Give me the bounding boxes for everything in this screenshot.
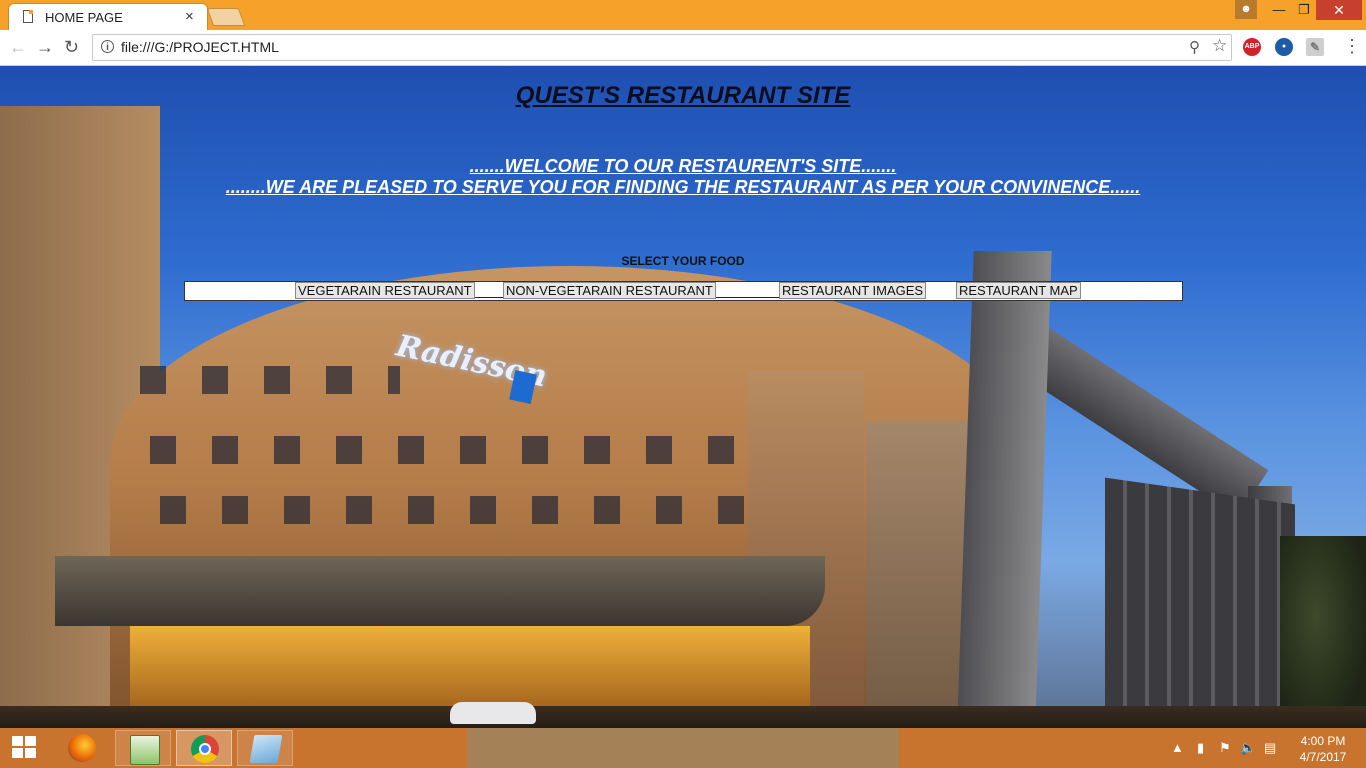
menu-icon[interactable]: ⋮ [1343, 36, 1361, 57]
close-window-button[interactable]: ✕ [1316, 0, 1362, 20]
ground [0, 706, 1366, 728]
window-row [150, 436, 750, 464]
chrome-icon [191, 735, 219, 763]
tray-chevron-icon[interactable]: ▲ [1171, 740, 1184, 755]
tab-title: HOME PAGE [45, 10, 123, 25]
info-icon[interactable]: i [101, 40, 114, 53]
reload-icon[interactable]: ↻ [64, 36, 79, 58]
restaurant-map-button[interactable]: RESTAURANT MAP [956, 282, 1081, 299]
chrome-taskbar-button[interactable] [176, 730, 232, 766]
forward-arrow-icon[interactable]: → [36, 36, 54, 58]
welcome-message: .......WELCOME TO OUR RESTAURENT'S SITE.… [0, 156, 1366, 198]
notepad-plus-icon [130, 735, 160, 765]
taskbar-empty-area [467, 728, 899, 768]
window-row [140, 366, 400, 394]
gate-post [956, 251, 1052, 728]
tab-close-icon[interactable]: × [185, 8, 194, 25]
window-row [160, 496, 780, 524]
tab-home-page[interactable]: HOME PAGE × [8, 3, 208, 30]
pdf-extension-icon[interactable]: ✎ [1306, 38, 1324, 56]
restaurant-images-button[interactable]: RESTAURANT IMAGES [779, 282, 927, 299]
non-vegetarian-restaurant-button[interactable]: NON-VEGETARAIN RESTAURANT [503, 282, 716, 299]
firefox-icon [68, 734, 96, 762]
flag-icon[interactable]: ⚑ [1219, 740, 1231, 756]
url-text[interactable]: file:///G:/PROJECT.HTML [121, 39, 279, 55]
firefox-taskbar-button[interactable] [54, 730, 110, 766]
windows-taskbar: ▲ ▮ ⚑ 🔈 ▤ 4:00 PM 4/7/2017 [0, 728, 1366, 768]
back-arrow-icon[interactable]: ← [9, 36, 27, 58]
user-profile-icon[interactable]: ☻ [1235, 0, 1257, 19]
battery-icon[interactable]: ▮ [1197, 740, 1204, 756]
entrance-canopy [55, 556, 825, 626]
clock-date: 4/7/2017 [1299, 750, 1347, 764]
new-tab-button[interactable] [206, 8, 246, 26]
clock[interactable]: 4:00 PM 4/7/2017 [1290, 733, 1356, 765]
paint-icon [249, 735, 283, 763]
clock-time: 4:00 PM [1300, 734, 1346, 748]
network-icon[interactable]: ▤ [1264, 740, 1276, 756]
bookmark-star-icon[interactable]: ☆ [1212, 36, 1227, 56]
trees [1280, 536, 1366, 728]
restaurant-nav-bar: VEGETARAIN RESTAURANT NON-VEGETARAIN RES… [184, 281, 1183, 301]
page-title: QUEST'S RESTAURANT SITE [515, 82, 851, 109]
browser-toolbar: ← → ↻ i file:///G:/PROJECT.HTML ⚲ ☆ ABP … [0, 30, 1366, 66]
restore-button[interactable]: ❐ [1293, 0, 1315, 20]
page-icon [23, 10, 33, 23]
welcome-line-1: .......WELCOME TO OUR RESTAURENT'S SITE.… [469, 156, 897, 176]
adblock-extension-icon[interactable]: ABP [1243, 38, 1261, 56]
car [450, 702, 536, 724]
zoom-icon[interactable]: ⚲ [1189, 38, 1200, 56]
windows-start-icon[interactable] [12, 736, 38, 760]
paint-taskbar-button[interactable] [237, 730, 293, 766]
volume-icon[interactable]: 🔈 [1240, 740, 1256, 756]
stone-slabs [1105, 477, 1295, 728]
extension-icon[interactable]: ● [1275, 38, 1293, 56]
address-bar[interactable]: i file:///G:/PROJECT.HTML ⚲ ☆ [92, 34, 1232, 61]
select-food-label: SELECT YOUR FOOD [621, 254, 745, 268]
browser-titlebar: HOME PAGE × ☻ — ❐ ✕ [0, 0, 1366, 30]
notepad-plus-taskbar-button[interactable] [115, 730, 171, 766]
vegetarian-restaurant-button[interactable]: VEGETARAIN RESTAURANT [295, 282, 475, 299]
minimize-button[interactable]: — [1268, 0, 1290, 20]
welcome-line-2: ........WE ARE PLEASED TO SERVE YOU FOR … [225, 177, 1141, 197]
page-background: Radisson QUEST'S RESTAURANT SITE .......… [0, 66, 1366, 728]
